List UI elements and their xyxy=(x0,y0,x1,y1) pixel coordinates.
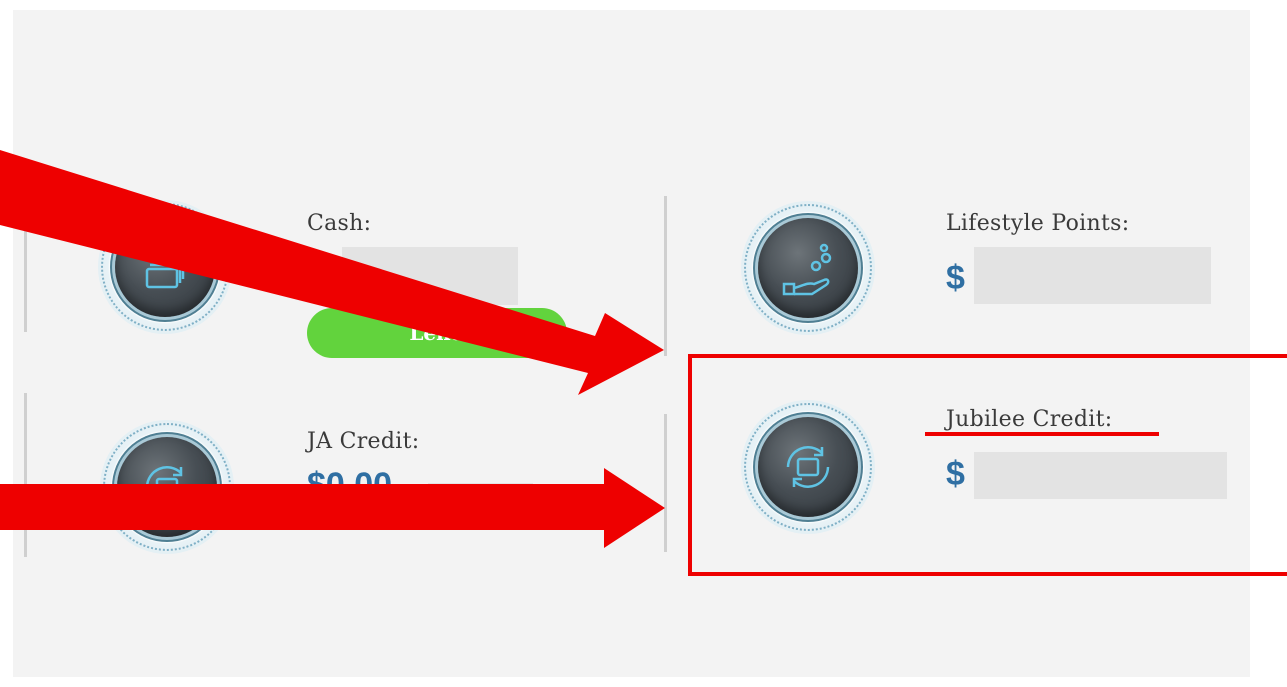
annotation-arrow-diagonal xyxy=(0,150,664,395)
annotation-arrows xyxy=(0,150,665,548)
annotation-arrow-horizontal xyxy=(0,468,665,548)
